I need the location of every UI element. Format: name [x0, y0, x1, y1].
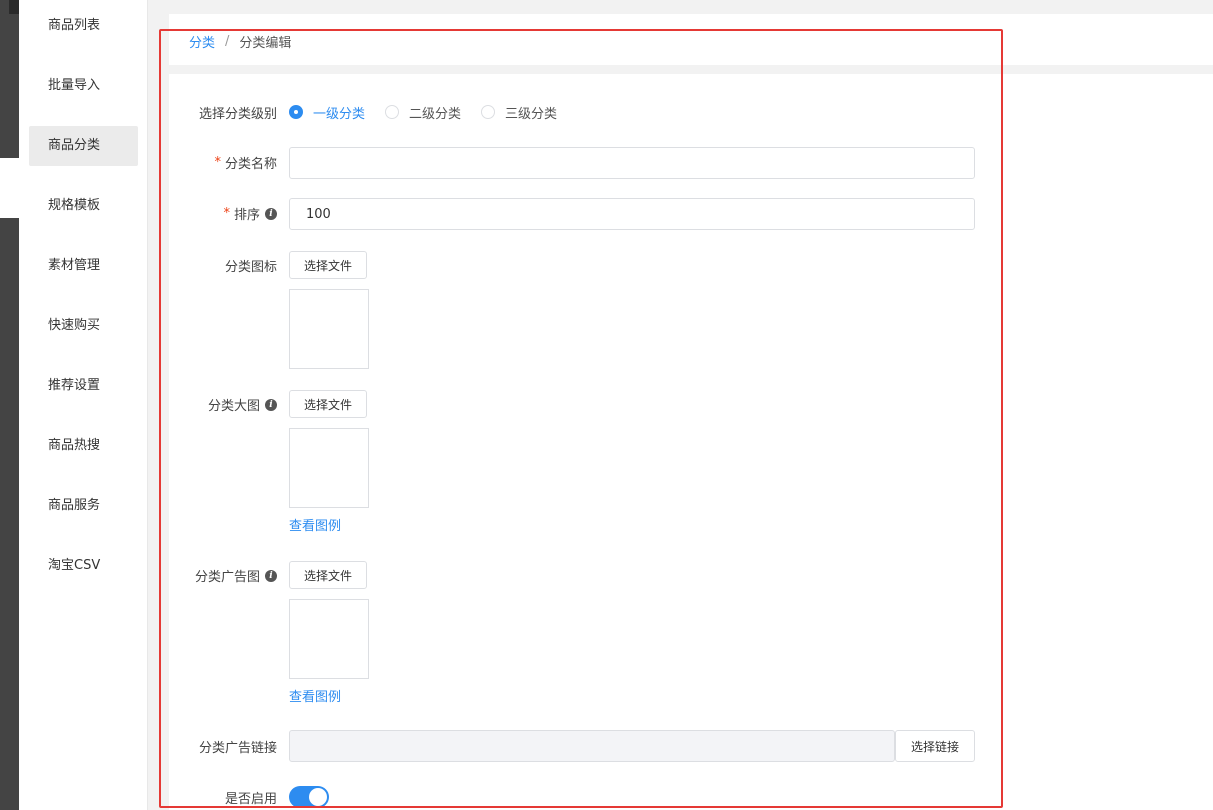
breadcrumb-current: 分类编辑	[239, 36, 292, 51]
ad-image-example-link[interactable]: 查看图例	[289, 686, 341, 705]
sidebar-item-taobao-csv[interactable]: 淘宝CSV	[29, 546, 138, 586]
icon-preview	[289, 289, 369, 369]
rail-marker	[9, 0, 19, 14]
sidebar-item-quick-buy[interactable]: 快速购买	[29, 306, 138, 346]
ad-image-label: 分类广告图 i	[195, 566, 277, 585]
breadcrumb-parent-link[interactable]: 分类	[189, 32, 215, 51]
info-icon[interactable]: i	[265, 398, 277, 411]
sub-sidebar: 商品列表 批量导入 商品分类 规格模板 素材管理 快速购买 推荐设置 商品热搜 …	[19, 0, 148, 810]
sort-input[interactable]	[289, 198, 975, 230]
name-label: * 分类名称	[214, 155, 277, 172]
enabled-toggle[interactable]	[289, 786, 329, 808]
choose-big-image-button[interactable]: 选择文件	[289, 390, 368, 418]
rail-active-indicator	[0, 158, 19, 218]
ad-link-input	[289, 730, 895, 762]
choose-ad-image-button[interactable]: 选择文件	[289, 561, 368, 589]
sidebar-item-spec-template[interactable]: 规格模板	[29, 186, 138, 226]
choose-link-button[interactable]: 选择链接	[895, 730, 975, 762]
choose-icon-file-button[interactable]: 选择文件	[289, 251, 368, 279]
enabled-label: 是否启用	[224, 792, 277, 807]
breadcrumb: 分类 / 分类编辑	[189, 32, 291, 51]
sidebar-item-batch-import[interactable]: 批量导入	[29, 66, 138, 106]
radio-dot-icon	[289, 105, 303, 119]
radio-dot-icon	[481, 105, 496, 119]
icon-label: 分类图标	[224, 260, 277, 275]
ad-image-preview	[289, 599, 369, 679]
big-image-label: 分类大图 i	[208, 395, 277, 414]
sidebar-item-recommend-settings[interactable]: 推荐设置	[29, 366, 138, 406]
big-image-example-link[interactable]: 查看图例	[289, 515, 341, 534]
toggle-knob	[309, 788, 327, 806]
app-rail	[0, 0, 19, 810]
radio-level-2[interactable]: 二级分类	[385, 103, 461, 122]
level-radio-group: 一级分类 二级分类 三级分类	[289, 101, 577, 123]
sidebar-item-material-manage[interactable]: 素材管理	[29, 246, 138, 286]
info-icon[interactable]: i	[265, 207, 277, 220]
radio-level-3[interactable]: 三级分类	[481, 103, 557, 122]
breadcrumb-bar: 分类 / 分类编辑	[169, 14, 1213, 65]
sidebar-item-goods-category[interactable]: 商品分类	[29, 126, 138, 166]
level-label: 选择分类级别	[198, 107, 277, 122]
big-image-preview	[289, 428, 369, 508]
sidebar-item-goods-service[interactable]: 商品服务	[29, 486, 138, 526]
info-icon[interactable]: i	[265, 569, 277, 582]
radio-level-1[interactable]: 一级分类	[289, 103, 365, 122]
breadcrumb-separator: /	[225, 34, 230, 49]
ad-link-label: 分类广告链接	[198, 741, 277, 756]
category-name-input[interactable]	[289, 147, 975, 179]
sidebar-item-goods-list[interactable]: 商品列表	[29, 6, 138, 46]
radio-dot-icon	[385, 105, 400, 119]
sort-label: * 排序 i	[223, 204, 277, 223]
sidebar-item-hot-search[interactable]: 商品热搜	[29, 426, 138, 466]
